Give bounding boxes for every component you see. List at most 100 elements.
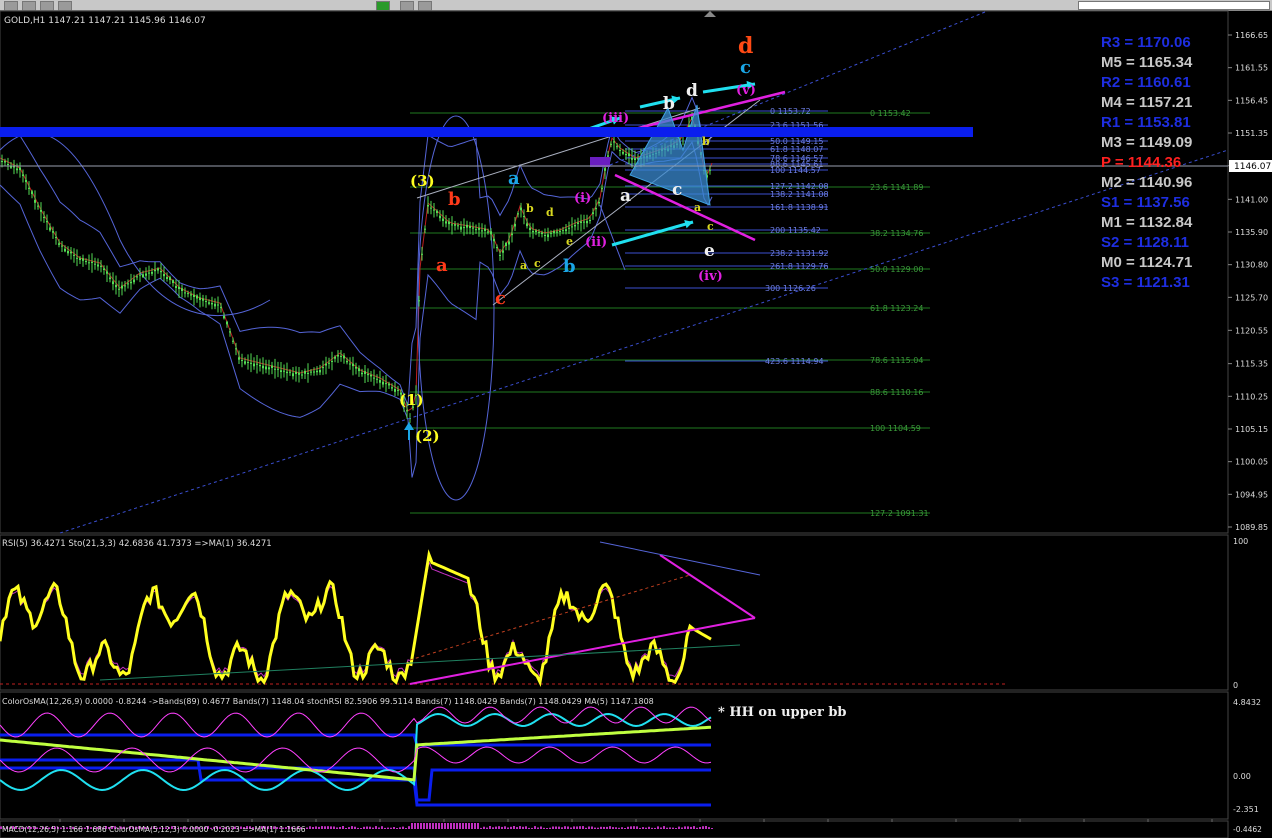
macd-histogram-bar (333, 826, 335, 829)
candle-body (568, 227, 570, 229)
candle-body (529, 227, 531, 230)
macd-histogram-bar (564, 826, 566, 829)
wave-label-iii: (iii) (602, 111, 629, 126)
wave-label-b-small: b (702, 135, 710, 148)
macd-histogram-bar (576, 826, 578, 829)
macd-histogram-bar (639, 827, 641, 829)
candle-body (442, 218, 444, 221)
fib-level-label: 23.6 1141.89 (870, 183, 923, 192)
macd-histogram-bar (702, 826, 704, 829)
candle-body (283, 370, 285, 372)
candle-body (190, 294, 192, 296)
macd-histogram-bar (573, 826, 575, 829)
macd-histogram-bar (522, 826, 524, 829)
candle-body (136, 276, 138, 278)
fib-ext-label: 138.2 1141.08 (770, 190, 829, 199)
candle-body (265, 366, 267, 370)
candle-body (421, 253, 423, 255)
candle-body (406, 410, 408, 412)
candle-body (214, 303, 216, 307)
macd-histogram-bar (660, 827, 662, 829)
candle-body (25, 179, 27, 182)
macd-histogram-bar (546, 828, 548, 829)
candle-body (619, 150, 621, 151)
candle-body (256, 363, 258, 365)
candle-body (259, 365, 261, 367)
macd-histogram-bar (642, 827, 644, 829)
candle-body (499, 255, 501, 256)
candle-body (322, 367, 324, 369)
fib-ext-label: 423.6 1114.94 (765, 357, 824, 366)
candle-body (262, 365, 264, 369)
candle-body (163, 274, 165, 277)
candle-body (538, 232, 540, 233)
pivot-label: S1 = 1137.56 (1101, 194, 1190, 211)
candle-body (157, 268, 159, 271)
candle-body (481, 230, 483, 232)
candle-body (121, 285, 123, 289)
candle-body (505, 243, 507, 246)
fib-ext-label: 61.8 1148.07 (770, 145, 823, 154)
macd-histogram-bar (336, 827, 338, 829)
wave-label-c-white: c (672, 180, 682, 200)
macd-histogram-bar (486, 827, 488, 829)
candle-body (382, 381, 384, 385)
candle-body (277, 368, 279, 370)
candle-body (445, 221, 447, 224)
candle-body (112, 281, 114, 285)
macd-histogram-bar (495, 826, 497, 829)
candle-body (103, 268, 105, 270)
osma-header: ColorOsMA(12,26,9) 0.0000 -0.8244 ->Band… (2, 697, 654, 706)
candle-body (550, 232, 552, 234)
candle-body (100, 265, 102, 267)
pivot-label: M3 = 1149.09 (1101, 134, 1192, 151)
candle-body (391, 387, 393, 389)
macd-histogram-bar (561, 827, 563, 829)
macd-histogram-bar (372, 827, 374, 829)
wave-label-d-white: d (686, 81, 698, 101)
macd-histogram-bar (363, 826, 365, 829)
macd-histogram-bar (567, 826, 569, 829)
fib-ext-label: 200 1135.42 (770, 226, 821, 235)
wave-label-a-yellow: a (520, 259, 527, 272)
macd-histogram-bar (441, 823, 443, 829)
macd-histogram-bar (672, 827, 674, 829)
candle-body (94, 263, 96, 265)
macd-histogram-bar (690, 826, 692, 829)
fib-level-label: 78.6 1115.04 (870, 356, 923, 365)
candle-body (547, 234, 549, 238)
macd-histogram-bar (678, 826, 680, 829)
macd-histogram-bar (405, 828, 407, 829)
macd-histogram-bar (693, 826, 695, 829)
candle-body (184, 292, 186, 294)
candle-body (604, 168, 606, 171)
candle-body (532, 231, 534, 233)
candle-body (469, 225, 471, 228)
osma-axis-bottom: -2.351 (1233, 805, 1259, 814)
candle-body (508, 241, 510, 245)
axis-tick-label: 1105.15 (1235, 425, 1268, 434)
candle-body (88, 262, 90, 264)
candle-body (127, 283, 129, 285)
candle-body (394, 389, 396, 392)
fib-level-label: 50.0 1129.00 (870, 265, 923, 274)
macd-histogram-bar (528, 827, 530, 829)
macd-histogram-bar (633, 826, 635, 829)
macd-histogram-bar (342, 826, 344, 829)
fib-ext-label: 0 1153.72 (770, 107, 811, 116)
chart-window[interactable]: 0 1153.42 23.6 1141.89 38.2 1134.76 50.0 11… (0, 0, 1272, 838)
macd-histogram-bar (627, 826, 629, 829)
macd-histogram-bar (543, 827, 545, 829)
candle-body (133, 279, 135, 283)
macd-histogram-bar (324, 826, 326, 829)
candle-body (520, 207, 522, 211)
fib-level-label: 100 1104.59 (870, 424, 921, 433)
candle-body (454, 224, 456, 226)
candle-body (493, 238, 495, 242)
candle-body (280, 370, 282, 372)
candle-body (577, 222, 579, 224)
macd-histogram-bar (366, 826, 368, 829)
wave-label-c-cyan: c (740, 57, 751, 78)
candle-body (439, 215, 441, 219)
macd-histogram-bar (429, 823, 431, 829)
